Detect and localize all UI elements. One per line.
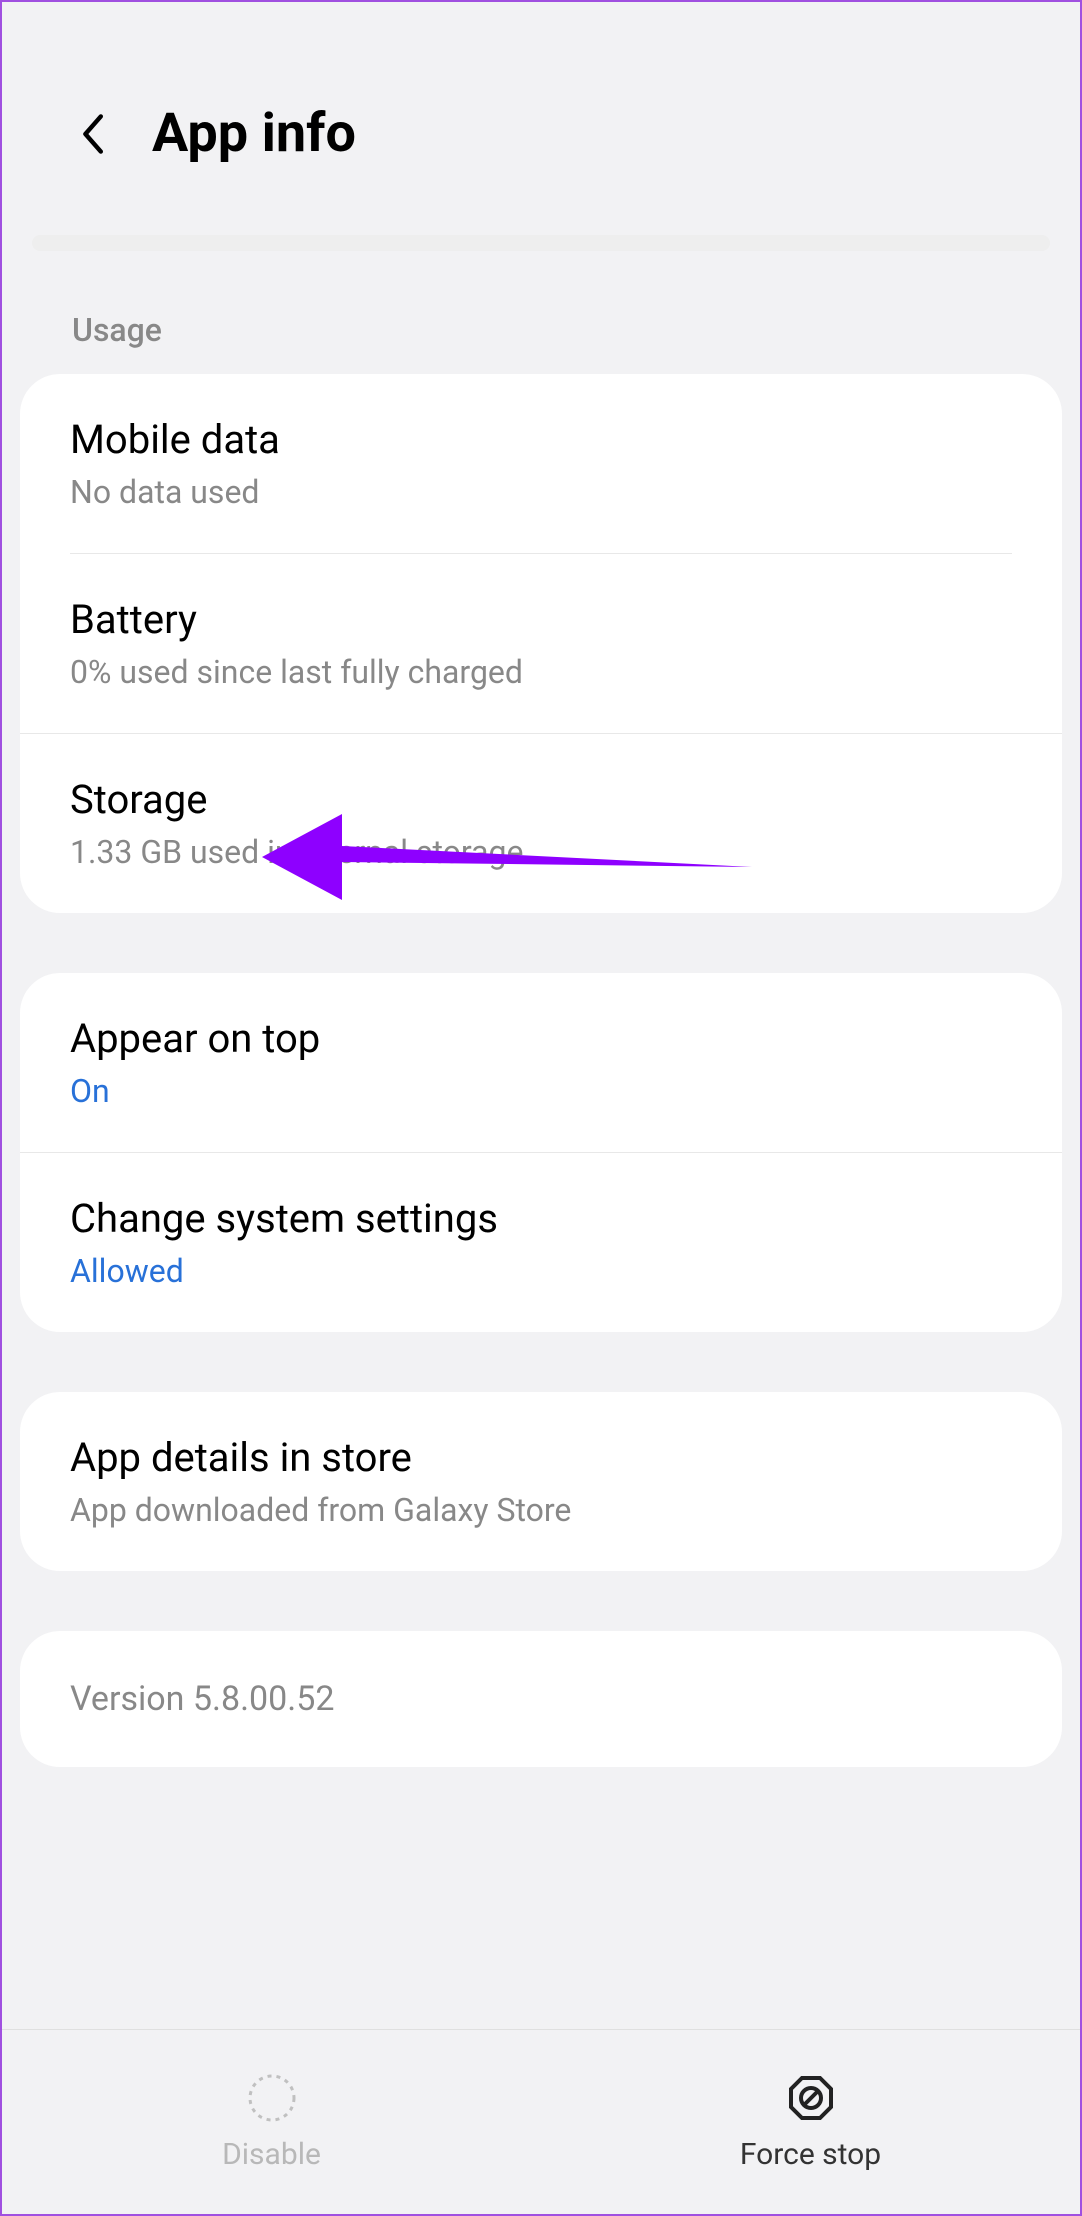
storage-item[interactable]: Storage 1.33 GB used in Internal storage — [20, 734, 1062, 913]
disable-icon — [247, 2073, 297, 2123]
change-system-subtitle: Allowed — [70, 1252, 1012, 1290]
divider-top — [32, 235, 1050, 251]
mobile-data-item[interactable]: Mobile data No data used — [20, 374, 1062, 553]
battery-item[interactable]: Battery 0% used since last fully charged — [20, 554, 1062, 733]
battery-title: Battery — [70, 596, 1012, 643]
appear-on-top-subtitle: On — [70, 1072, 1012, 1110]
store-card: App details in store App downloaded from… — [20, 1392, 1062, 1571]
appear-on-top-item[interactable]: Appear on top On — [20, 973, 1062, 1152]
header: App info — [2, 2, 1080, 215]
app-details-title: App details in store — [70, 1434, 1012, 1481]
page-title: App info — [152, 102, 356, 165]
force-stop-button[interactable]: Force stop — [541, 2030, 1080, 2214]
section-usage-label: Usage — [2, 311, 1080, 374]
change-system-settings-item[interactable]: Change system settings Allowed — [20, 1153, 1062, 1332]
storage-subtitle: 1.33 GB used in Internal storage — [70, 833, 1012, 871]
force-stop-icon — [786, 2073, 836, 2123]
version-text: Version 5.8.00.52 — [70, 1679, 1012, 1719]
app-details-subtitle: App downloaded from Galaxy Store — [70, 1491, 1012, 1529]
bottom-bar: Disable Force stop — [2, 2029, 1080, 2214]
back-button[interactable] — [72, 114, 112, 154]
permissions-card: Appear on top On Change system settings … — [20, 973, 1062, 1332]
app-details-store-item[interactable]: App details in store App downloaded from… — [20, 1392, 1062, 1571]
usage-card: Mobile data No data used Battery 0% used… — [20, 374, 1062, 913]
mobile-data-subtitle: No data used — [70, 473, 1012, 511]
version-card: Version 5.8.00.52 — [20, 1631, 1062, 1767]
battery-subtitle: 0% used since last fully charged — [70, 653, 1012, 691]
back-arrow-icon — [78, 112, 106, 156]
storage-title: Storage — [70, 776, 1012, 823]
disable-label: Disable — [222, 2137, 321, 2172]
disable-button: Disable — [2, 2030, 541, 2214]
force-stop-label: Force stop — [740, 2137, 881, 2172]
change-system-title: Change system settings — [70, 1195, 1012, 1242]
mobile-data-title: Mobile data — [70, 416, 1012, 463]
appear-on-top-title: Appear on top — [70, 1015, 1012, 1062]
